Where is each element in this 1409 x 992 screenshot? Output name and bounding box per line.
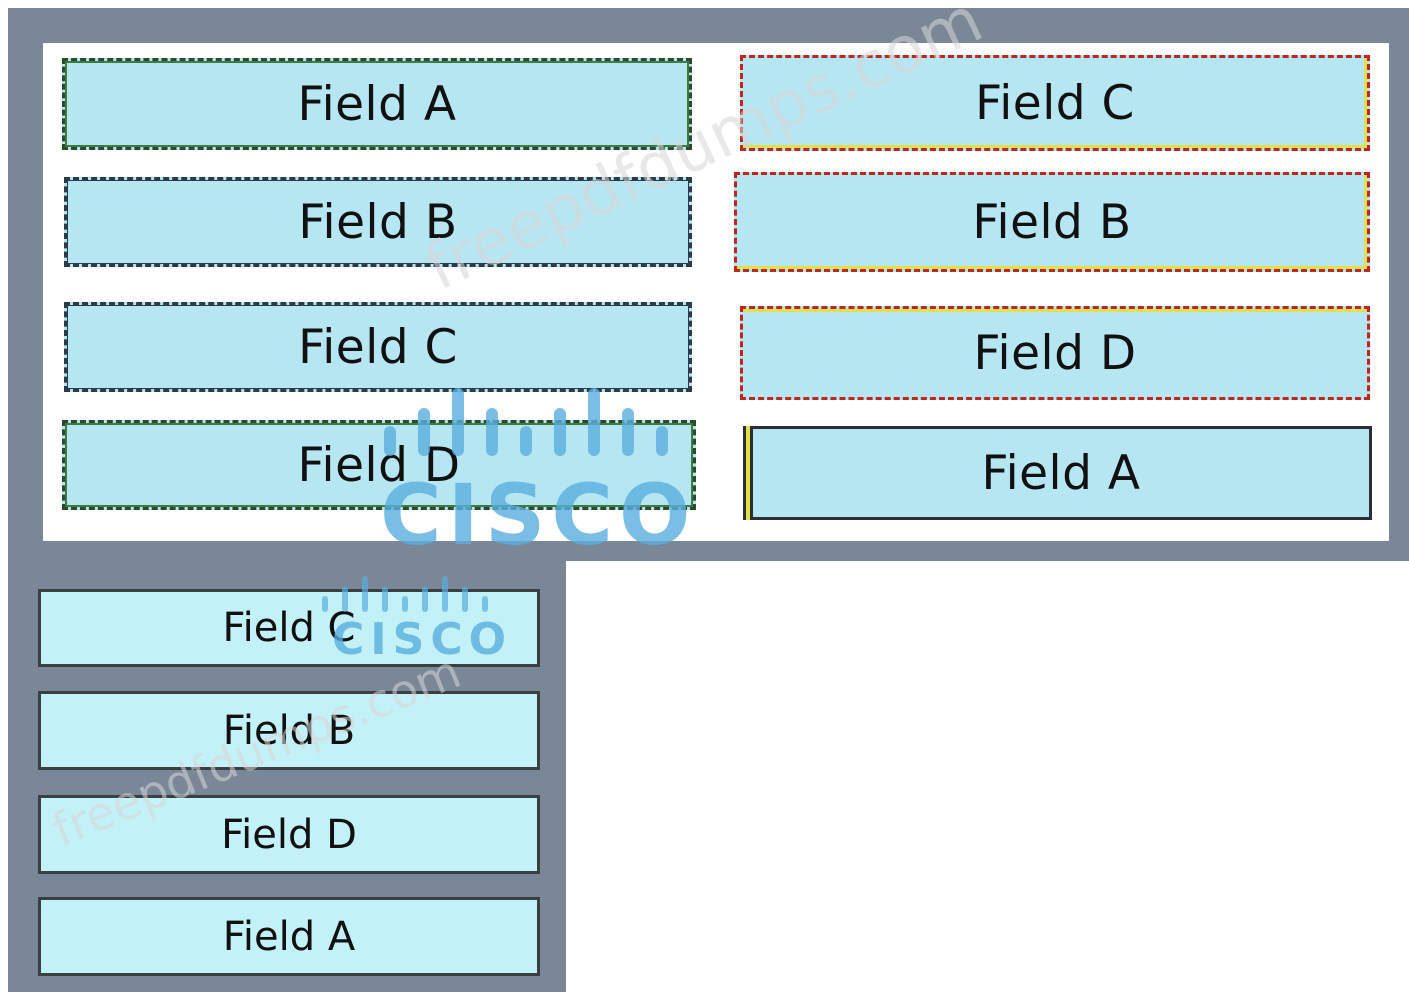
answer-item-field-d[interactable]: Field D <box>38 795 540 874</box>
draggable-field-d[interactable]: Field D <box>62 420 696 510</box>
answer-item-field-a[interactable]: Field A <box>38 897 540 976</box>
draggable-field-c[interactable]: Field C <box>64 302 692 392</box>
field-label: Field A <box>297 76 457 132</box>
answer-label: Field A <box>222 913 356 960</box>
drop-target-field-d[interactable]: Field D <box>740 306 1370 400</box>
draggable-field-b[interactable]: Field B <box>64 177 692 267</box>
field-label: Field A <box>981 445 1141 501</box>
field-label: Field C <box>298 319 458 375</box>
answer-label: Field D <box>221 811 357 858</box>
answer-label: Field C <box>222 605 356 651</box>
drop-target-field-c[interactable]: Field C <box>740 55 1370 151</box>
drop-target-field-a[interactable]: Field A <box>750 426 1372 520</box>
stage: Field A Field B Field C Field D Field C … <box>0 0 1409 992</box>
answer-label: Field B <box>222 707 356 754</box>
field-label: Field B <box>972 194 1132 250</box>
field-label: Field D <box>297 437 461 493</box>
drop-target-field-b[interactable]: Field B <box>734 172 1370 272</box>
answer-item-field-b[interactable]: Field B <box>38 691 540 770</box>
draggable-field-a[interactable]: Field A <box>62 58 692 150</box>
field-label: Field D <box>973 325 1137 381</box>
field-label: Field B <box>298 194 458 250</box>
field-label: Field C <box>975 75 1135 131</box>
answer-item-field-c[interactable]: Field C <box>38 589 540 667</box>
